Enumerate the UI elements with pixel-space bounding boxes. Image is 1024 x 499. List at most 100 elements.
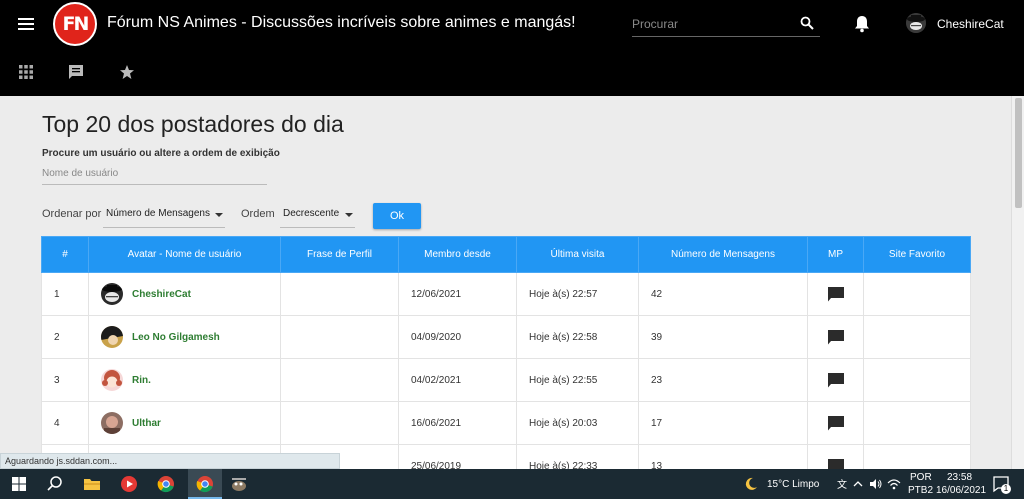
people-icon[interactable]: 文 — [836, 477, 850, 491]
username-input[interactable] — [42, 163, 267, 184]
order-select[interactable]: Decrescente — [280, 202, 355, 228]
user-avatar[interactable] — [906, 13, 926, 33]
chevron-up-icon[interactable] — [852, 477, 864, 491]
col-header-pm[interactable]: MP — [807, 236, 864, 273]
wifi-icon[interactable] — [887, 477, 901, 491]
avatar[interactable] — [101, 412, 123, 434]
profile-phrase-cell — [280, 401, 399, 445]
moon-weather-icon[interactable] — [743, 476, 759, 492]
col-header-username[interactable]: Avatar - Nome de usuário — [88, 236, 281, 273]
favorite-site-cell — [863, 401, 971, 445]
windows-start-icon[interactable] — [9, 474, 29, 494]
search-caption: Procure um usuário ou altere a ordem de … — [42, 148, 280, 159]
order-value: Decrescente — [283, 208, 340, 219]
col-header-rank[interactable]: # — [41, 236, 89, 273]
rank-cell: 1 — [41, 272, 89, 316]
chrome-icon[interactable] — [156, 474, 176, 494]
last-visit-cell: Hoje à(s) 22:58 — [516, 315, 639, 359]
post-count-cell: 42 — [638, 272, 808, 316]
ok-button[interactable]: Ok — [373, 203, 421, 229]
top-header: FN Fórum NS Animes - Discussões incrívei… — [0, 0, 1024, 96]
private-message-icon[interactable] — [828, 372, 844, 388]
avatar[interactable] — [101, 283, 123, 305]
favorite-site-cell — [863, 315, 971, 359]
keyboard-layout[interactable]: PTB2 — [908, 485, 933, 496]
gimp-icon[interactable] — [229, 474, 249, 494]
private-message-icon[interactable] — [828, 329, 844, 345]
user-cell: Ulthar — [88, 401, 281, 445]
active-window-highlight[interactable] — [188, 469, 222, 499]
scrollbar-thumb[interactable] — [1015, 98, 1022, 208]
user-cell: Rin. — [88, 358, 281, 402]
member-since-cell: 04/02/2021 — [398, 358, 517, 402]
search-box — [632, 12, 820, 37]
col-header-post-count[interactable]: Número de Mensagens — [638, 236, 808, 273]
chat-icon[interactable] — [68, 64, 84, 80]
chevron-down-icon — [215, 213, 223, 217]
media-player-icon[interactable] — [119, 474, 139, 494]
pm-cell — [807, 315, 864, 359]
username-link[interactable]: CheshireCat — [132, 289, 191, 300]
username-link[interactable]: Rin. — [132, 375, 151, 386]
profile-phrase-cell — [280, 315, 399, 359]
username-link[interactable]: Leo No Gilgamesh — [132, 332, 220, 343]
post-count-cell: 39 — [638, 315, 808, 359]
notification-count-badge: 1 — [1001, 484, 1011, 494]
page-title: Top 20 dos postadores do dia — [42, 111, 344, 137]
col-header-last-visit[interactable]: Última visita — [516, 236, 639, 273]
avatar[interactable] — [101, 326, 123, 348]
sort-by-select[interactable]: Número de Mensagens — [103, 202, 225, 228]
rank-cell: 2 — [41, 315, 89, 359]
col-header-profile-phrase[interactable]: Frase de Perfil — [280, 236, 399, 273]
post-count-cell: 23 — [638, 358, 808, 402]
post-count-cell: 17 — [638, 401, 808, 445]
search-icon[interactable] — [800, 16, 814, 30]
search-input[interactable] — [632, 15, 792, 33]
profile-phrase-cell — [280, 358, 399, 402]
avatar[interactable] — [101, 369, 123, 391]
last-visit-cell: Hoje à(s) 22:57 — [516, 272, 639, 316]
site-title[interactable]: Fórum NS Animes - Discussões incríveis s… — [107, 14, 576, 32]
col-header-favorite-site[interactable]: Site Favorito — [863, 236, 971, 273]
star-icon[interactable] — [119, 64, 135, 80]
apps-grid-icon[interactable] — [18, 64, 34, 80]
browser-status-bar: Aguardando js.sddan.com... — [0, 453, 340, 469]
chevron-down-icon — [345, 213, 353, 217]
svg-text:文: 文 — [837, 478, 847, 491]
file-explorer-icon[interactable] — [82, 474, 102, 494]
sort-by-value: Número de Mensagens — [106, 208, 210, 219]
member-since-cell: 04/09/2020 — [398, 315, 517, 359]
order-label: Ordem — [241, 208, 275, 220]
windows-taskbar: 15°C Limpo 文 POR PTB2 23:58 16/06/2021 1 — [0, 469, 1024, 499]
col-header-member-since[interactable]: Membro desde — [398, 236, 517, 273]
member-since-cell: 16/06/2021 — [398, 401, 517, 445]
chrome-window-icon — [196, 476, 213, 493]
last-visit-cell: Hoje à(s) 20:03 — [516, 401, 639, 445]
user-cell: CheshireCat — [88, 272, 281, 316]
sort-by-label: Ordenar por — [42, 208, 102, 220]
volume-icon[interactable] — [869, 477, 883, 491]
page-scrollbar[interactable] — [1011, 96, 1024, 471]
weather-text[interactable]: 15°C Limpo — [767, 479, 819, 490]
last-visit-cell: Hoje à(s) 22:55 — [516, 358, 639, 402]
search-icon[interactable] — [45, 474, 65, 494]
rank-cell: 4 — [41, 401, 89, 445]
language-code[interactable]: POR — [910, 472, 932, 483]
username-link[interactable]: Ulthar — [132, 418, 161, 429]
notification-bell-icon[interactable] — [854, 15, 870, 33]
clock-date[interactable]: 16/06/2021 — [936, 485, 986, 496]
clock-time[interactable]: 23:58 — [947, 472, 972, 483]
top-posters-table: # Avatar - Nome de usuário Frase de Perf… — [41, 236, 971, 488]
private-message-icon[interactable] — [828, 286, 844, 302]
member-since-cell: 12/06/2021 — [398, 272, 517, 316]
table-header-row: # Avatar - Nome de usuário Frase de Perf… — [41, 236, 971, 273]
hamburger-menu-icon[interactable] — [16, 14, 36, 34]
current-username[interactable]: CheshireCat — [937, 17, 1004, 31]
private-message-icon[interactable] — [828, 415, 844, 431]
pm-cell — [807, 401, 864, 445]
pm-cell — [807, 272, 864, 316]
username-field — [42, 163, 267, 185]
table-row: 2 Leo No Gilgamesh 04/09/2020 Hoje à(s) … — [41, 315, 971, 359]
site-logo[interactable]: FN — [53, 2, 97, 46]
pm-cell — [807, 358, 864, 402]
